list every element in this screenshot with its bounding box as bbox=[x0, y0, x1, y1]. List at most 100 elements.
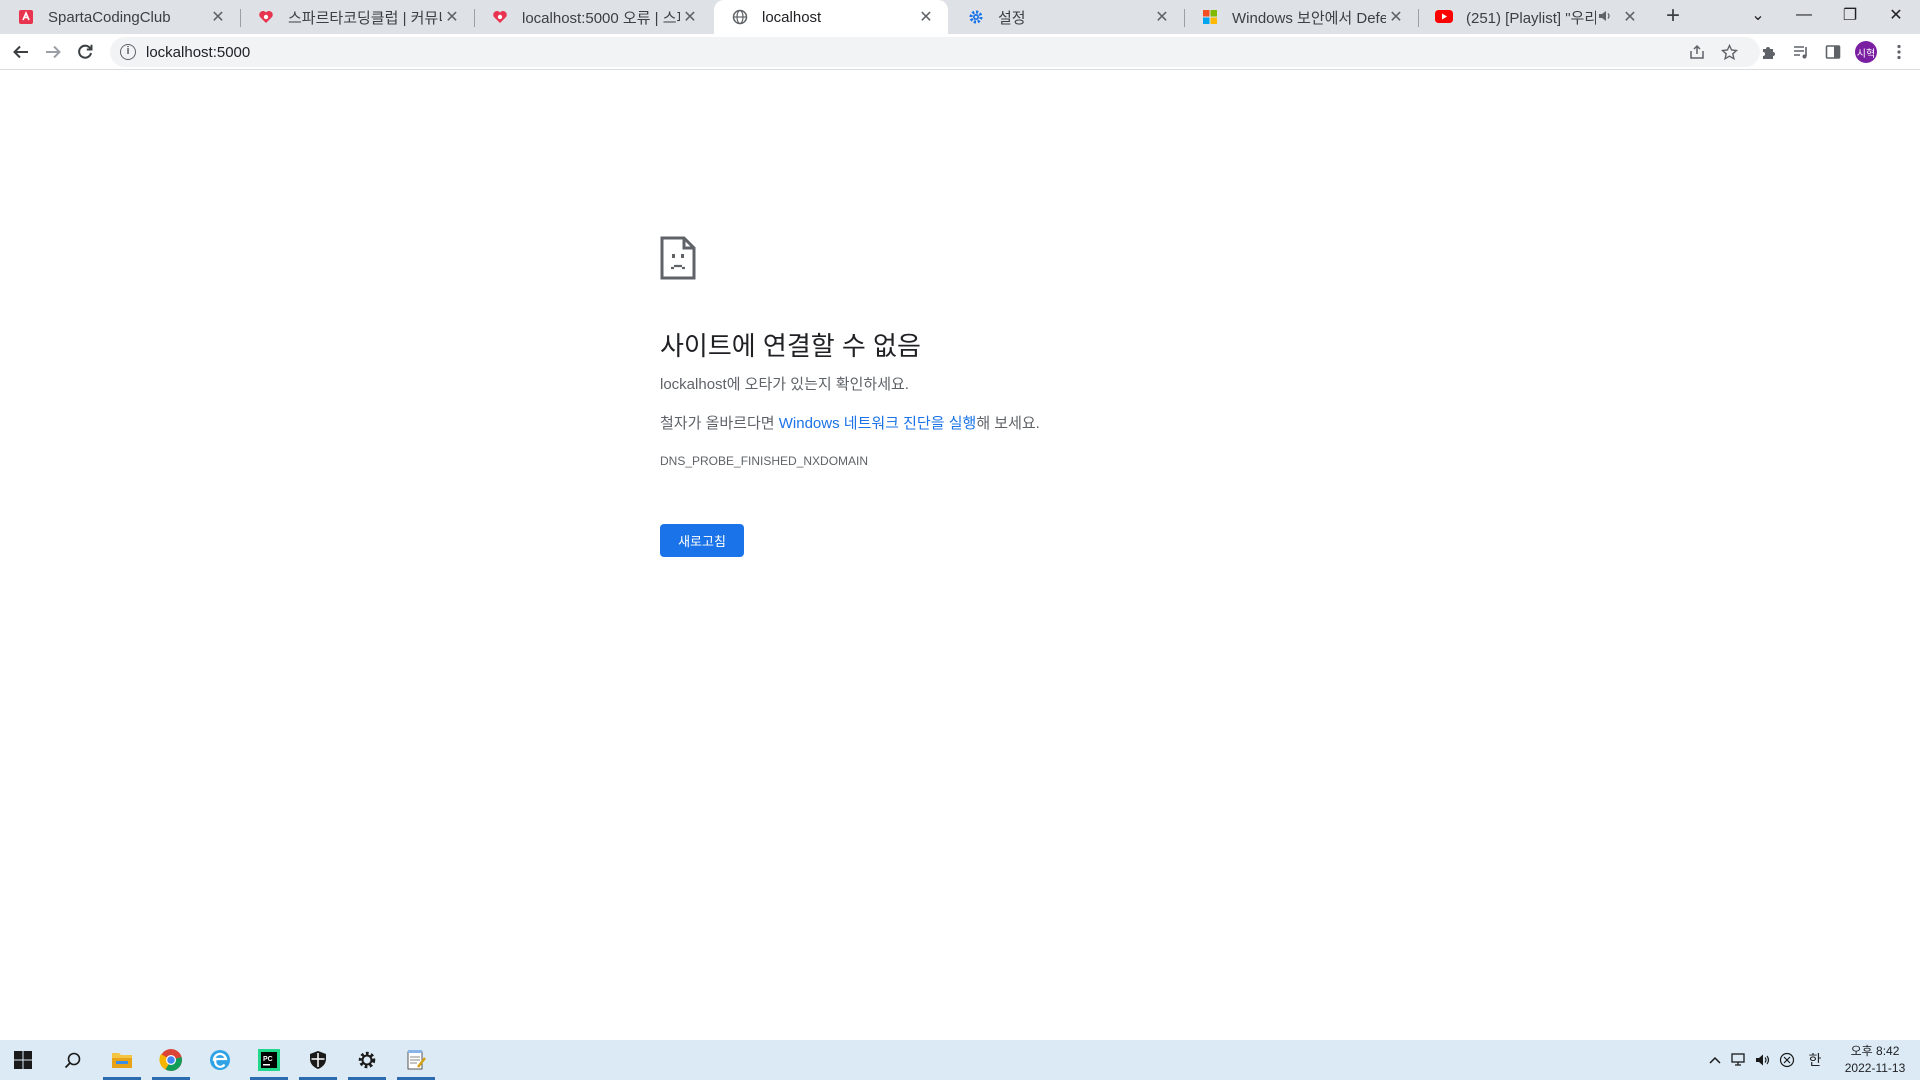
error-code: DNS_PROBE_FINISHED_NXDOMAIN bbox=[660, 454, 869, 468]
taskbar-edge[interactable] bbox=[197, 1040, 243, 1080]
share-icon bbox=[1690, 44, 1704, 59]
speaker-icon bbox=[1756, 1054, 1770, 1066]
taskbar-chrome[interactable] bbox=[148, 1040, 194, 1080]
close-icon[interactable]: ✕ bbox=[916, 7, 936, 27]
playlist-icon bbox=[1793, 46, 1807, 59]
profile-avatar[interactable]: 시혁 bbox=[1855, 41, 1877, 63]
error-headline: 사이트에 연결할 수 없음 bbox=[660, 331, 921, 361]
close-icon[interactable]: ✕ bbox=[208, 7, 228, 27]
youtube-icon bbox=[1434, 7, 1454, 27]
bookmark-button[interactable] bbox=[1713, 36, 1745, 68]
share-button[interactable] bbox=[1681, 36, 1713, 68]
extensions-button[interactable] bbox=[1753, 36, 1785, 68]
new-tab-button[interactable]: + bbox=[1660, 4, 1686, 30]
address-bar[interactable]: i lockalhost:5000 bbox=[110, 37, 1760, 67]
tray-ime[interactable]: 한 bbox=[1803, 1040, 1827, 1080]
taskbar-search-button[interactable] bbox=[50, 1040, 96, 1080]
speaker-icon[interactable] bbox=[1596, 10, 1614, 25]
reload-icon bbox=[78, 44, 93, 59]
star-icon bbox=[1720, 43, 1738, 60]
taskbar-windows-security[interactable] bbox=[295, 1040, 341, 1080]
forward-button[interactable] bbox=[37, 36, 69, 68]
gear-icon bbox=[966, 7, 986, 27]
shield-icon bbox=[310, 1051, 326, 1069]
taskbar-file-explorer[interactable] bbox=[99, 1040, 145, 1080]
host-name: lockalhost bbox=[660, 376, 727, 393]
tab-title: localhost bbox=[762, 8, 822, 26]
browser-toolbar: i lockalhost:5000 bbox=[0, 34, 1920, 70]
message-suffix: 에 오타가 있는지 확인하세요. bbox=[726, 376, 909, 393]
close-icon[interactable]: ✕ bbox=[1386, 7, 1406, 27]
windows-taskbar: PC 한 오후 8:42 2022-11-13 bbox=[0, 1040, 1920, 1080]
tray-clock[interactable]: 오후 8:42 2022-11-13 bbox=[1835, 1043, 1915, 1077]
tab-title: (251) [Playlist] "우리가 그리 bbox=[1466, 9, 1596, 27]
side-panel-icon bbox=[1825, 45, 1841, 59]
tab-sparta-community[interactable]: 스파르타코딩클럽 | 커뮤니티 ✕ bbox=[240, 0, 474, 34]
globe-icon bbox=[730, 7, 750, 27]
back-button[interactable] bbox=[5, 36, 37, 68]
tray-status[interactable] bbox=[1775, 1040, 1799, 1080]
tab-title: SpartaCodingClub bbox=[48, 8, 171, 26]
close-icon[interactable]: ✕ bbox=[1620, 7, 1640, 27]
edge-icon bbox=[210, 1050, 230, 1070]
tab-search-button[interactable]: ⌄ bbox=[1735, 0, 1781, 30]
chrome-menu-button[interactable] bbox=[1883, 36, 1915, 68]
tab-title: Windows 보안에서 Defender 비 bbox=[1232, 9, 1386, 27]
notepad-icon bbox=[407, 1050, 426, 1070]
taskbar-notepad[interactable] bbox=[393, 1040, 439, 1080]
reload-button[interactable] bbox=[69, 36, 101, 68]
minimize-button[interactable]: — bbox=[1781, 0, 1827, 30]
tray-overflow-button[interactable] bbox=[1703, 1040, 1727, 1080]
tab-youtube-playlist[interactable]: (251) [Playlist] "우리가 그리 ✕ bbox=[1418, 0, 1652, 34]
tray-network[interactable] bbox=[1727, 1040, 1751, 1080]
side-panel-button[interactable] bbox=[1817, 36, 1849, 68]
taskbar-settings[interactable] bbox=[344, 1040, 390, 1080]
sparta-logo-icon bbox=[16, 7, 36, 27]
search-icon bbox=[64, 1052, 81, 1069]
suggestion-prefix: 철자가 올바르다면 bbox=[660, 415, 779, 432]
page-reload-button[interactable]: 새로고침 bbox=[660, 524, 744, 557]
restore-button[interactable]: ❐ bbox=[1827, 0, 1873, 30]
error-suggestion: 철자가 올바르다면 Windows 네트워크 진단을 실행해 보세요. bbox=[660, 412, 1040, 433]
tab-title: 스파르타코딩클럽 | 커뮤니티 bbox=[288, 9, 442, 27]
close-icon[interactable]: ✕ bbox=[442, 7, 462, 27]
windows-start-icon bbox=[14, 1051, 32, 1069]
windows-logo-icon bbox=[1200, 7, 1220, 27]
tab-localhost[interactable]: localhost ✕ bbox=[714, 0, 948, 34]
pycharm-icon: PC bbox=[258, 1049, 280, 1071]
suggestion-suffix: 해 보세요. bbox=[976, 415, 1040, 432]
settings-icon bbox=[358, 1051, 376, 1069]
tab-title: localhost:5000 오류 | 스파르타 bbox=[522, 9, 680, 27]
chrome-icon bbox=[159, 1049, 182, 1071]
back-arrow-icon bbox=[13, 45, 28, 59]
sad-document-icon bbox=[660, 236, 696, 280]
url-text[interactable]: lockalhost:5000 bbox=[146, 44, 250, 61]
window-close-button[interactable]: ✕ bbox=[1873, 0, 1919, 30]
network-diagnostics-link[interactable]: Windows 네트워크 진단을 실행 bbox=[779, 415, 977, 432]
chevron-up-icon bbox=[1709, 1056, 1721, 1064]
forward-arrow-icon bbox=[46, 45, 61, 59]
tab-strip: SpartaCodingClub ✕ 스파르타코딩클럽 | 커뮤니티 ✕ loc… bbox=[0, 0, 1920, 34]
kebab-menu-icon bbox=[1897, 44, 1901, 60]
taskbar-pycharm[interactable]: PC bbox=[246, 1040, 292, 1080]
error-message: lockalhost에 오타가 있는지 확인하세요. bbox=[660, 373, 909, 394]
clock-date: 2022-11-13 bbox=[1844, 1061, 1906, 1075]
start-button[interactable] bbox=[0, 1040, 46, 1080]
tray-volume[interactable] bbox=[1751, 1040, 1775, 1080]
puzzle-icon bbox=[1763, 47, 1775, 59]
heart-logo-icon bbox=[490, 7, 510, 27]
tab-windows-defender[interactable]: Windows 보안에서 Defender 비 ✕ bbox=[1184, 0, 1418, 34]
site-info-icon[interactable]: i bbox=[120, 44, 136, 60]
heart-logo-icon bbox=[256, 7, 276, 27]
clock-time: 오후 8:42 bbox=[1850, 1044, 1900, 1058]
tab-spartacodingclub[interactable]: SpartaCodingClub ✕ bbox=[0, 0, 240, 34]
tab-settings[interactable]: 설정 ✕ bbox=[950, 0, 1184, 34]
close-icon[interactable]: ✕ bbox=[680, 7, 700, 27]
svg-text:PC: PC bbox=[263, 1056, 273, 1063]
file-explorer-icon bbox=[112, 1053, 132, 1068]
no-connection-icon bbox=[1779, 1052, 1795, 1068]
close-icon[interactable]: ✕ bbox=[1152, 7, 1172, 27]
tab-localhost-error-post[interactable]: localhost:5000 오류 | 스파르타 ✕ bbox=[474, 0, 712, 34]
network-icon bbox=[1731, 1053, 1745, 1066]
media-controls-button[interactable] bbox=[1785, 36, 1817, 68]
